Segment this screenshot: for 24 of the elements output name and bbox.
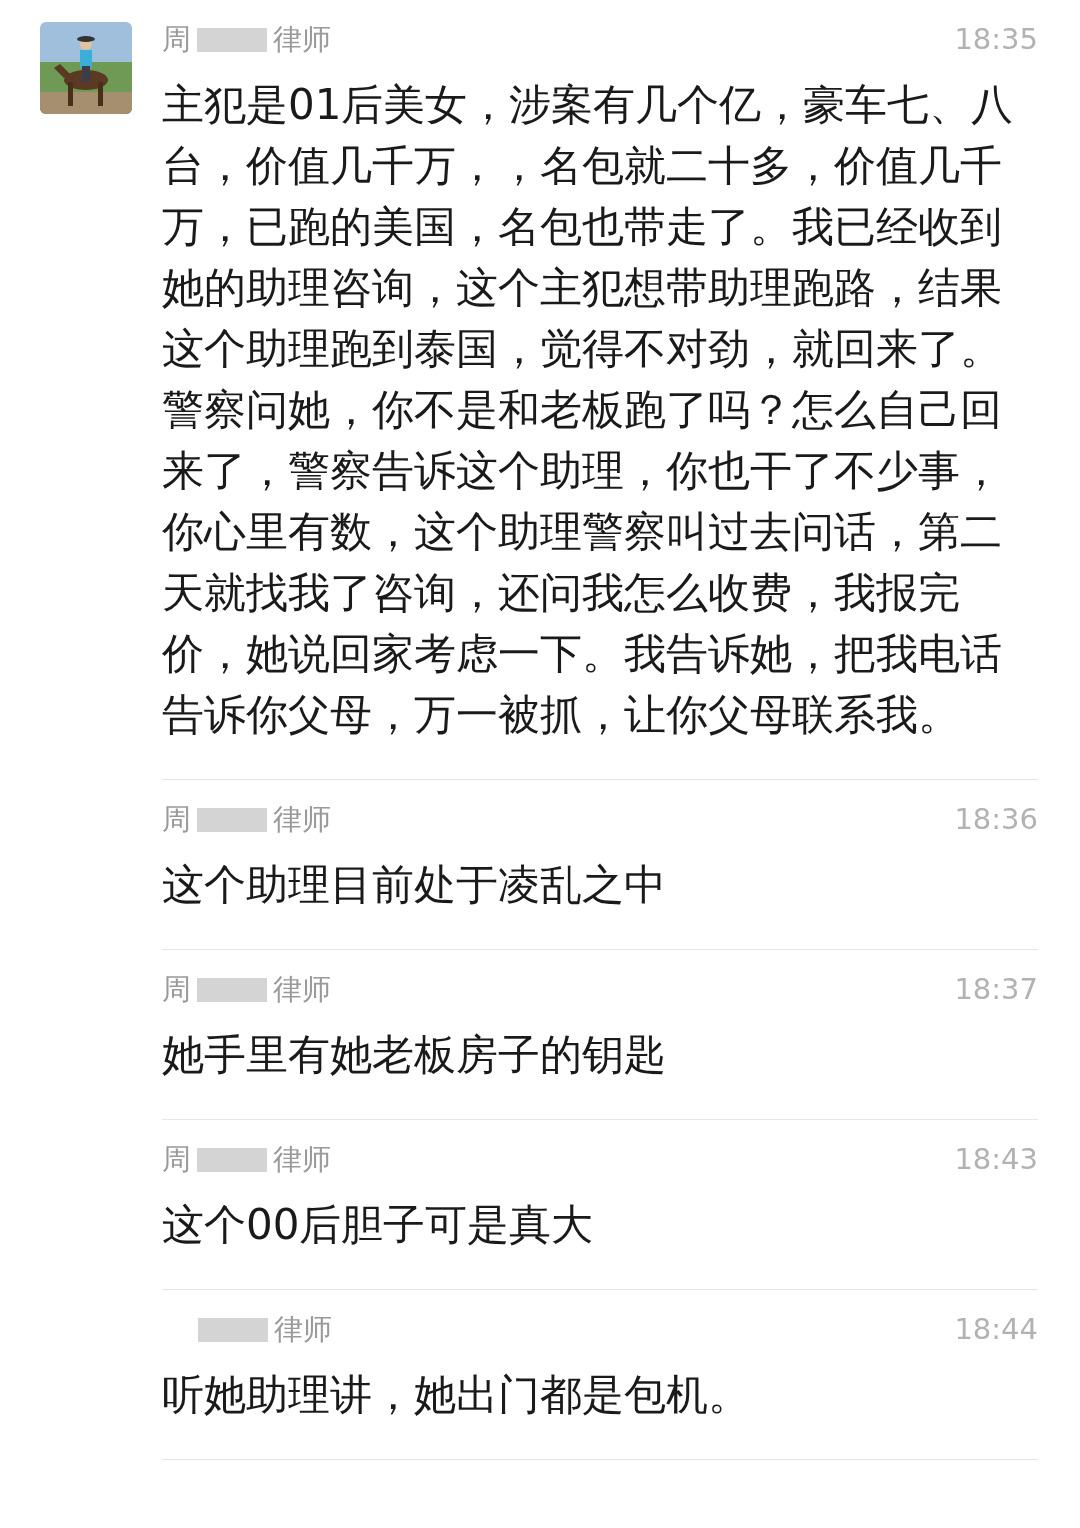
sender-name: 周 bbox=[162, 1141, 191, 1179]
message-time: 18:35 bbox=[954, 21, 1038, 59]
message-text: 她手里有她老板房子的钥匙 bbox=[162, 1029, 667, 1081]
sender-name: 周 bbox=[162, 21, 191, 59]
message-time: 18:44 bbox=[954, 1311, 1038, 1349]
message-text: 这个00后胆子可是真大 bbox=[162, 1199, 595, 1251]
sender-name: 律师 bbox=[273, 21, 331, 59]
message-text: 主犯是01后美女，涉案有几个亿，豪车七、八台，价值几千万，，名包就二十多，价值几千万，已跑的美国，名包也带走了。我已经收到她的助理咨询，这个主犯想带助理跑路，结果这个助理跑到泰国，觉得不对劲，就回来了。警察问她，你不是和老板跑了吗？怎么自己回来了，警察告诉这个助理，你也干了不少事，你心里有数，这个助理警察叫过去问话，第二天就找我了咨询，还问我怎么收费，我报完价，她说回家考虑一下。我告诉她，把我电话告诉你父母，万一被抓，让你父母联系我。 bbox=[162, 79, 1015, 741]
sender-name: 律师 bbox=[273, 1141, 331, 1179]
redaction-mark bbox=[197, 28, 267, 52]
redaction-mark bbox=[198, 1318, 268, 1342]
redaction-mark bbox=[197, 808, 267, 832]
sender-name: 律师 bbox=[273, 971, 331, 1009]
redaction-mark bbox=[197, 1148, 267, 1172]
message-time: 18:36 bbox=[954, 801, 1038, 839]
redaction-mark bbox=[197, 978, 267, 1002]
message-text: 这个助理目前处于凌乱之中 bbox=[162, 859, 667, 911]
sender-name: 周 bbox=[162, 801, 191, 839]
message-text: 听她助理讲，她出门都是包机。 bbox=[162, 1369, 751, 1421]
sender-name: 周 bbox=[162, 971, 191, 1009]
sender-name: 律师 bbox=[274, 1311, 332, 1349]
sender-name: 律师 bbox=[273, 801, 331, 839]
message-time: 18:37 bbox=[954, 971, 1038, 1009]
message-time: 18:43 bbox=[954, 1141, 1038, 1179]
